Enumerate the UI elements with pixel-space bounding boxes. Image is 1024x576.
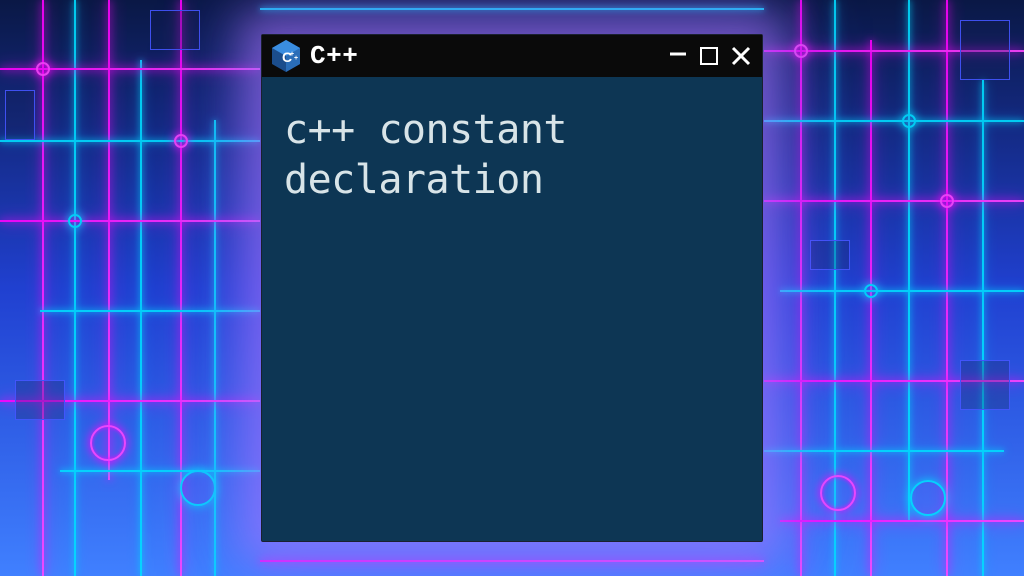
close-button[interactable] <box>730 45 752 67</box>
maximize-button[interactable] <box>700 47 718 65</box>
cpp-logo-icon: C + + <box>272 40 300 72</box>
window-controls <box>668 44 752 68</box>
svg-text:+: + <box>294 55 298 62</box>
titlebar[interactable]: C + + C++ <box>262 35 762 77</box>
content-text: c++ constant declaration <box>284 107 567 203</box>
minimize-button[interactable] <box>668 44 688 68</box>
terminal-content: c++ constant declaration <box>262 77 762 233</box>
terminal-window: C + + C++ c++ constant declaration <box>261 34 763 542</box>
window-title: C++ <box>310 41 668 71</box>
